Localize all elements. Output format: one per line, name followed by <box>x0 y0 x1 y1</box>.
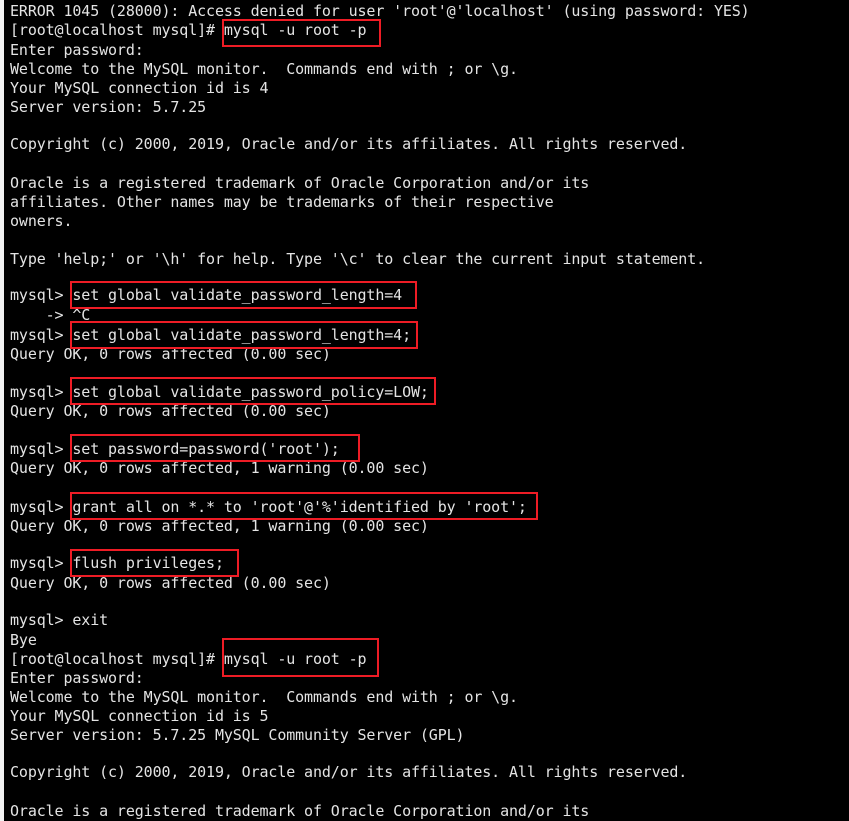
terminal-line: mysql> set global validate_password_leng… <box>10 326 411 344</box>
terminal-line: affiliates. Other names may be trademark… <box>10 193 554 211</box>
terminal-line: Bye <box>10 631 37 649</box>
terminal-line: owners. <box>10 212 73 230</box>
terminal-line: Query OK, 0 rows affected (0.00 sec) <box>10 402 331 420</box>
terminal-line: Welcome to the MySQL monitor. Commands e… <box>10 688 518 706</box>
terminal-window[interactable]: ERROR 1045 (28000): Access denied for us… <box>0 0 849 821</box>
terminal-line: [root@localhost mysql]# mysql -u root -p <box>10 650 367 668</box>
terminal-line: Welcome to the MySQL monitor. Commands e… <box>10 60 518 78</box>
terminal-line: mysql> set global validate_password_poli… <box>10 383 429 401</box>
terminal-line: Server version: 5.7.25 <box>10 98 207 116</box>
terminal-line: mysql> set password=password('root'); <box>10 440 340 458</box>
terminal-line: Query OK, 0 rows affected (0.00 sec) <box>10 574 331 592</box>
terminal-line: Your MySQL connection id is 5 <box>10 707 269 725</box>
terminal-line: [root@localhost mysql]# mysql -u root -p <box>10 21 367 39</box>
terminal-line: Server version: 5.7.25 MySQL Community S… <box>10 726 465 744</box>
terminal-line: Copyright (c) 2000, 2019, Oracle and/or … <box>10 135 688 153</box>
terminal-line: Your MySQL connection id is 4 <box>10 79 269 97</box>
terminal-line: Query OK, 0 rows affected (0.00 sec) <box>10 345 331 363</box>
terminal-line: mysql> set global validate_password_leng… <box>10 286 403 304</box>
terminal-line: mysql> exit <box>10 611 109 629</box>
terminal-output-area[interactable]: ERROR 1045 (28000): Access denied for us… <box>0 0 849 821</box>
terminal-line: Copyright (c) 2000, 2019, Oracle and/or … <box>10 763 688 781</box>
terminal-line: -> ^C <box>10 306 91 324</box>
terminal-line: Enter password: <box>10 41 144 59</box>
terminal-line: Type 'help;' or '\h' for help. Type '\c'… <box>10 250 706 268</box>
terminal-line: Enter password: <box>10 669 144 687</box>
terminal-line: mysql> grant all on *.* to 'root'@'%'ide… <box>10 498 527 516</box>
terminal-line: Oracle is a registered trademark of Orac… <box>10 174 590 192</box>
terminal-line: Query OK, 0 rows affected, 1 warning (0.… <box>10 459 429 477</box>
terminal-line: Query OK, 0 rows affected, 1 warning (0.… <box>10 517 429 535</box>
terminal-line: Oracle is a registered trademark of Orac… <box>10 802 590 820</box>
terminal-line: ERROR 1045 (28000): Access denied for us… <box>10 2 750 20</box>
terminal-line: mysql> flush privileges; <box>10 554 224 572</box>
